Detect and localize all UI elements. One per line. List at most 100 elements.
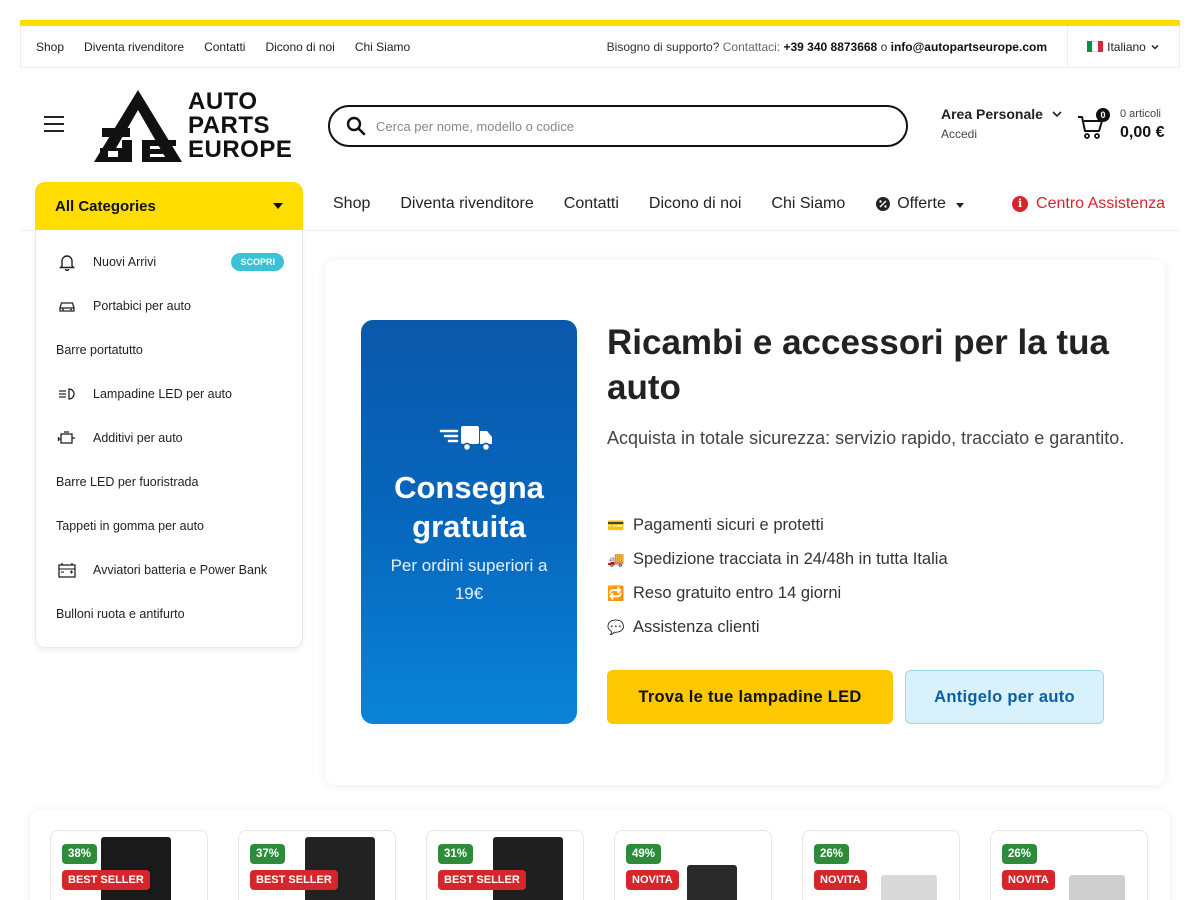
product-carousel: 38% BEST SELLER 37% BEST SELLER 31% BEST… (30, 810, 1170, 900)
utility-link-contatti[interactable]: Contatti (204, 40, 245, 54)
product-tag: NOVITA (1002, 870, 1055, 890)
nav-item-diventa-rivenditore[interactable]: Diventa rivenditore (400, 195, 533, 213)
discount-badge: 37% (250, 844, 286, 864)
logo-wordmark: AUTO PARTS EUROPE (188, 88, 293, 163)
support-info: Bisogno di supporto? Contattaci: +39 340… (607, 40, 1067, 54)
support-label: Bisogno di supporto? (606, 39, 720, 54)
info-icon: i (1012, 196, 1029, 212)
find-led-bulbs-button[interactable]: Trova le tue lampadine LED (607, 670, 893, 724)
caret-down-icon (273, 203, 283, 209)
caret-down-icon (955, 203, 964, 208)
bell-icon (56, 253, 78, 271)
car-icon (56, 297, 78, 315)
category-item-nuovi-arrivi[interactable]: Nuovi Arrivi SCOPRI (56, 252, 284, 272)
login-link[interactable]: Accedi (941, 127, 1063, 141)
feature-item: 🚚 Spedizione tracciata in 24/48h in tutta… (607, 549, 948, 568)
utility-link-diventa-rivenditore[interactable]: Diventa rivenditore (84, 40, 184, 54)
chevron-down-icon (1151, 44, 1159, 50)
product-tag: BEST SELLER (438, 870, 526, 890)
all-categories-button[interactable]: All Categories (35, 182, 303, 230)
free-shipping-promo: Consegna gratuita Per ordini superiori a… (361, 320, 577, 724)
support-email[interactable]: info@autopartseurope.com (891, 40, 1047, 54)
nav-item-offerte[interactable]: Offerte (875, 195, 964, 213)
nav-item-dicono-di-noi[interactable]: Dicono di noi (649, 195, 742, 213)
category-item-avviatori[interactable]: Avviatori batteria e Power Bank (56, 560, 284, 580)
site-logo[interactable]: AUTO PARTS EUROPE (92, 88, 297, 164)
chevron-down-icon (1052, 111, 1062, 118)
hamburger-menu-icon[interactable] (44, 116, 64, 132)
utility-link-chi-siamo[interactable]: Chi Siamo (355, 40, 410, 54)
nav-item-contatti[interactable]: Contatti (564, 195, 619, 213)
category-item-lampadine-led[interactable]: Lampadine LED per auto (56, 384, 284, 404)
product-tag: NOVITA (626, 870, 679, 890)
utility-link-dicono-di-noi[interactable]: Dicono di noi (265, 40, 334, 54)
product-image[interactable] (305, 837, 375, 900)
scopri-badge[interactable]: SCOPRI (231, 253, 284, 271)
hero-title: Ricambi e accessori per la tua auto (607, 323, 1109, 407)
product-card[interactable]: 38% BEST SELLER (50, 830, 208, 900)
discount-badge: 26% (814, 844, 850, 864)
engine-icon (56, 429, 78, 447)
category-item-additivi[interactable]: Additivi per auto (56, 428, 284, 448)
product-card[interactable]: 37% BEST SELLER (238, 830, 396, 900)
language-label: Italiano (1107, 39, 1146, 54)
headlight-icon (56, 385, 78, 403)
main-nav: All Categories Shop Diventa rivenditore … (20, 180, 1180, 231)
category-item-tappeti[interactable]: Tappeti in gomma per auto (56, 516, 284, 536)
promo-subtitle: Per ordini superiori a 19€ (390, 556, 548, 603)
language-selector[interactable]: Italiano (1067, 26, 1179, 67)
product-tag: NOVITA (814, 870, 867, 890)
repeat-icon: 🔁 (607, 584, 625, 601)
discount-badge: 49% (626, 844, 662, 864)
promo-title: Consegna gratuita (394, 470, 544, 544)
product-card[interactable]: 49% NOVITA (614, 830, 772, 900)
search-input[interactable] (376, 118, 856, 134)
product-image[interactable] (493, 837, 563, 900)
help-center-link[interactable]: i Centro Assistenza (1012, 180, 1165, 228)
account-menu[interactable]: Area Personale Accedi (941, 106, 1063, 141)
discount-badge: 31% (438, 844, 474, 864)
feature-list: 💳 Pagamenti sicuri e protetti 🚚 Spedizione… (607, 508, 948, 644)
product-image[interactable] (881, 875, 937, 900)
feature-item: 💬 Assistenza clienti (607, 617, 760, 636)
credit-card-icon: 💳 (607, 516, 625, 533)
discount-badge: 38% (62, 844, 98, 864)
category-item-bulloni[interactable]: Bulloni ruota e antifurto (56, 604, 284, 624)
hero-lead: Acquista in totale sicurezza: servizio r… (607, 428, 1125, 448)
or-text: o (880, 39, 888, 54)
search-icon[interactable] (346, 116, 366, 136)
product-image[interactable] (1069, 875, 1125, 900)
truck-icon: 🚚 (607, 550, 625, 567)
product-tag: BEST SELLER (250, 870, 338, 890)
category-item-barre-portatutto[interactable]: Barre portatutto (56, 340, 284, 360)
product-card[interactable]: 26% NOVITA (990, 830, 1148, 900)
utility-bar: Shop Diventa rivenditore Contatti Dicono… (20, 26, 1180, 68)
product-image[interactable] (101, 837, 171, 900)
nav-item-chi-siamo[interactable]: Chi Siamo (771, 195, 845, 213)
cart-total: 0,00 € (1120, 124, 1165, 141)
search-bar[interactable] (328, 105, 908, 147)
cart-badge: 0 (1096, 108, 1110, 122)
cart-count: 0 articoli (1120, 108, 1161, 120)
product-tag: BEST SELLER (62, 870, 150, 890)
utility-link-shop[interactable]: Shop (36, 40, 64, 54)
support-phone[interactable]: +39 340 8873668 (783, 40, 877, 54)
category-item-portabici[interactable]: Portabici per auto (56, 296, 284, 316)
utility-links: Shop Diventa rivenditore Contatti Dicono… (21, 40, 410, 54)
product-image[interactable] (687, 865, 737, 900)
product-card[interactable]: 31% BEST SELLER (426, 830, 584, 900)
antifreeze-button[interactable]: Antigelo per auto (905, 670, 1104, 724)
main-header: AUTO PARTS EUROPE Area Personale Accedi … (20, 68, 1180, 180)
discount-badge: 26% (1002, 844, 1038, 864)
logo-mark-icon (94, 90, 182, 162)
nav-item-shop[interactable]: Shop (333, 195, 370, 213)
discount-badge-icon (876, 197, 891, 211)
contact-label: Contattaci: (722, 39, 781, 54)
product-card[interactable]: 26% NOVITA (802, 830, 960, 900)
delivery-truck-icon (439, 426, 492, 452)
battery-icon (56, 561, 78, 579)
cart[interactable]: 0 0 articoli 0,00 € (1076, 108, 1180, 148)
category-item-barre-led[interactable]: Barre LED per fuoristrada (56, 472, 284, 492)
hero-section: Consegna gratuita Per ordini superiori a… (325, 260, 1165, 785)
account-title[interactable]: Area Personale (941, 106, 1063, 122)
